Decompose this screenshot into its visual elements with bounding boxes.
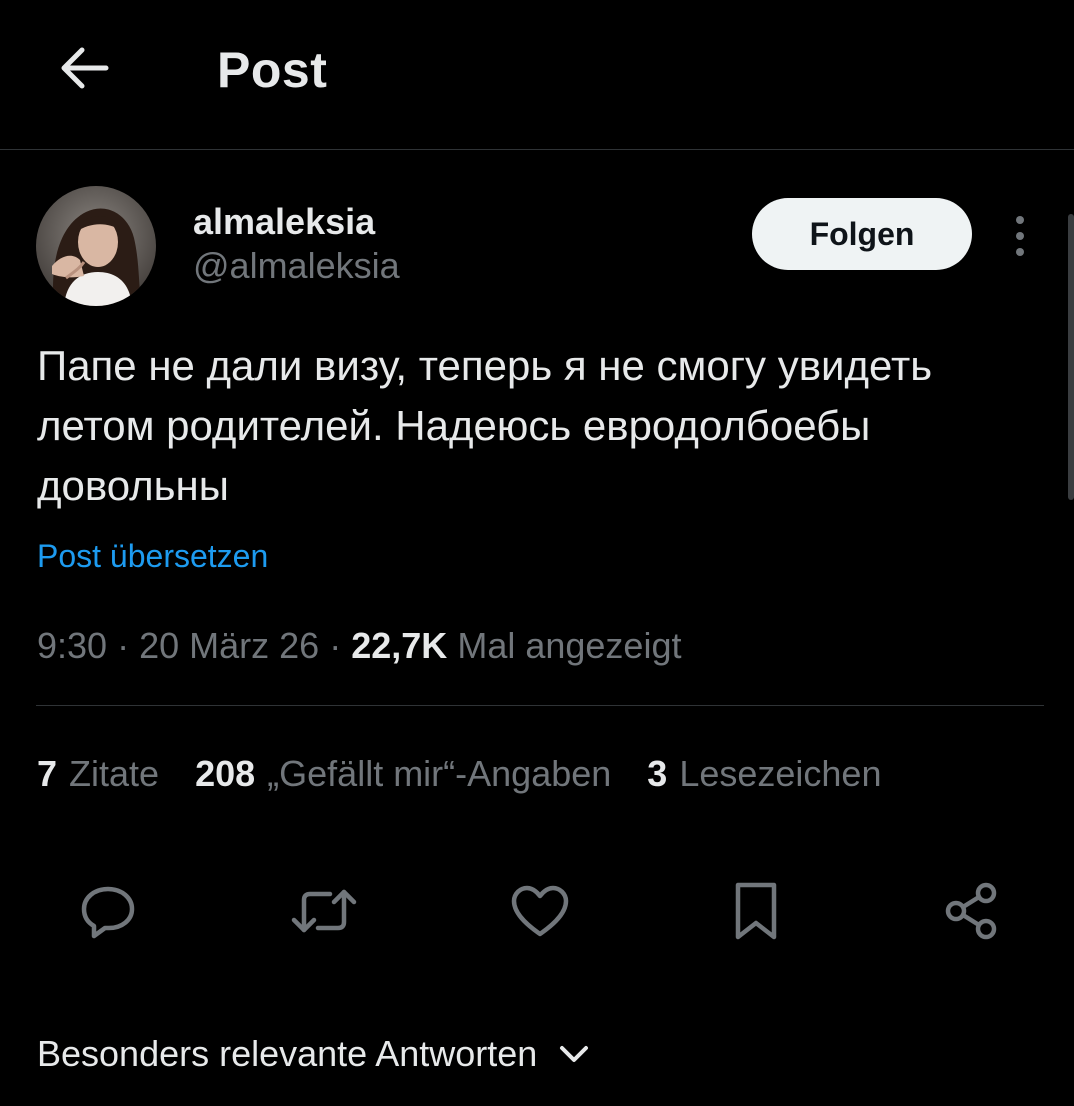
arrow-left-icon	[61, 47, 109, 89]
more-options-button[interactable]	[1000, 208, 1040, 264]
replies-sort-dropdown[interactable]: Besonders relevante Antworten	[37, 1032, 589, 1076]
top-bar: Post	[0, 0, 1074, 150]
view-count-label: Mal angezeigt	[457, 625, 682, 666]
post-date[interactable]: 20 März 26	[139, 625, 319, 666]
meta-separator: ·	[329, 625, 342, 666]
bookmarks-label: Lesezeichen	[679, 753, 882, 794]
author-display-name[interactable]: almaleksia	[193, 200, 375, 244]
author-handle[interactable]: @almaleksia	[193, 244, 400, 288]
bookmarks-count: 3	[647, 753, 668, 794]
chevron-down-icon	[560, 1046, 589, 1062]
bookmark-icon	[735, 882, 777, 940]
page-title: Post	[217, 42, 328, 98]
likes-label: „Gefällt mir“-Angaben	[267, 753, 612, 794]
engagement-stats: 7 Zitate 208 „Gefällt mir“-Angaben 3 Leseze…	[37, 752, 881, 796]
divider	[36, 705, 1044, 706]
replies-sort-label: Besonders relevante Antworten	[37, 1033, 538, 1074]
bookmarks-stat[interactable]: 3 Lesezeichen	[647, 752, 881, 796]
quotes-stat[interactable]: 7 Zitate	[37, 752, 159, 796]
repost-icon	[291, 889, 357, 933]
quotes-count: 7	[37, 753, 58, 794]
like-button[interactable]	[505, 876, 575, 946]
post-time[interactable]: 9:30	[37, 625, 107, 666]
bookmark-button[interactable]	[721, 876, 791, 946]
post-metadata: 9:30 · 20 März 26 · 22,7K Mal angezeigt	[37, 624, 681, 668]
view-count: 22,7K	[351, 625, 448, 666]
post-page: Post almaleksia @almaleksia Folgen Папе	[0, 0, 1074, 1106]
like-icon	[511, 885, 569, 937]
more-dot	[1016, 232, 1024, 240]
follow-button[interactable]: Folgen	[752, 198, 972, 270]
likes-stat[interactable]: 208 „Gefällt mir“-Angaben	[195, 752, 611, 796]
avatar-image	[36, 186, 156, 306]
avatar[interactable]	[36, 186, 156, 306]
more-dot	[1016, 248, 1024, 256]
translate-link[interactable]: Post übersetzen	[37, 536, 268, 576]
reply-icon	[81, 886, 135, 939]
reply-button[interactable]	[73, 876, 143, 946]
scrollbar[interactable]	[1068, 214, 1074, 500]
repost-button[interactable]	[289, 876, 359, 946]
share-button[interactable]	[937, 876, 1007, 946]
more-dot	[1016, 216, 1024, 224]
back-button[interactable]	[52, 36, 116, 100]
likes-count: 208	[195, 753, 256, 794]
post-text: Папе не дали визу, теперь я не смогу уви…	[37, 342, 933, 509]
quotes-label: Zitate	[69, 753, 160, 794]
meta-separator: ·	[117, 625, 130, 666]
share-icon	[945, 882, 997, 940]
